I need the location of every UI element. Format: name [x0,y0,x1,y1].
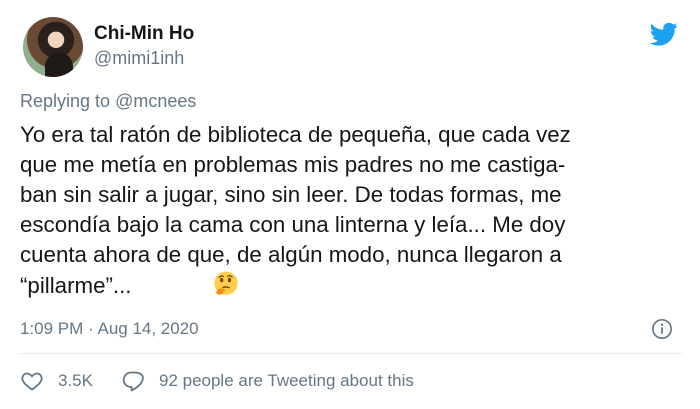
tweet-line: “pillarme”... [20,273,132,298]
conversation-label: 92 people are Tweeting about this [158,371,414,390]
tweet-line: que me metía en problemas mis padres no … [20,152,566,177]
tweet-line: cuenta ahora de que, de algún modo, nunc… [20,242,562,267]
speech-bubble-icon [122,371,144,392]
like-button[interactable]: 3.5K [20,369,93,393]
action-bar: 3.5K 92 people are Tweeting about this [20,368,414,394]
author-block[interactable]: Chi-Min Ho @mimi1inh [94,23,194,70]
author-handle[interactable]: @mimi1inh [94,46,194,70]
twitter-bird-icon[interactable] [648,20,680,48]
tweet-header: Chi-Min Ho @mimi1inh [20,14,690,80]
like-count: 3.5K [58,371,93,390]
tweet-line: escondía bajo la cama con una linterna y… [20,212,566,237]
info-icon[interactable] [651,318,673,340]
replying-prefix: Replying to [20,91,116,111]
avatar[interactable] [23,17,83,77]
tweet-text: Yo era tal ratón de biblioteca de pequeñ… [20,120,696,301]
tweet-last-line: “pillarme”... [20,270,696,301]
author-display-name[interactable]: Chi-Min Ho [94,23,194,45]
conversation-link[interactable]: 92 people are Tweeting about this [121,369,414,393]
tweet-line: Yo era tal ratón de biblioteca de pequeñ… [20,122,571,147]
divider [20,353,682,354]
replying-to: Replying to @mcnees [20,91,196,112]
timestamp-row: 1:09 PM · Aug 14, 2020 [20,316,690,342]
tweet-line: ban sin salir a jugar, sino sin leer. De… [20,182,562,207]
thinking-face-icon [213,271,238,295]
tweet-timestamp[interactable]: 1:09 PM · Aug 14, 2020 [20,319,199,338]
reply-mention-link[interactable]: @mcnees [115,91,196,111]
heart-icon [21,372,43,391]
